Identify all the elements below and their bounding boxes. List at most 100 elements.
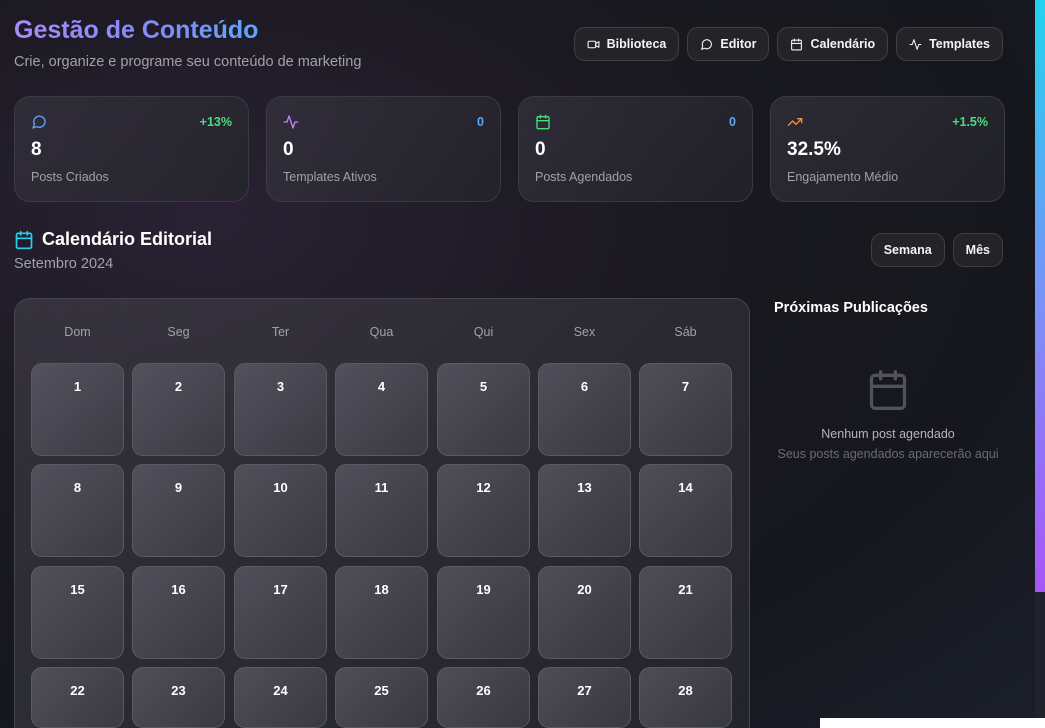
day-number: 15 (70, 582, 85, 597)
nav-templates-label: Templates (929, 37, 990, 51)
day-number: 21 (678, 582, 693, 597)
trending-up-icon (787, 118, 803, 126)
stat-card-posts-criados: +13% 8 Posts Criados (14, 96, 249, 202)
video-icon (587, 40, 600, 48)
scrollbar[interactable] (1035, 0, 1045, 728)
calendar-day[interactable]: 18 (335, 566, 428, 659)
calendar-day[interactable]: 8 (31, 464, 124, 557)
nav-calendario-button[interactable]: Calendário (777, 27, 889, 61)
weekday-header: Sex (573, 325, 596, 339)
nav-editor-button[interactable]: Editor (687, 27, 770, 61)
calendar-day[interactable]: 2 (132, 363, 225, 456)
calendar-day[interactable]: 6 (538, 363, 631, 456)
calendar-day[interactable]: 11 (335, 464, 428, 557)
day-number: 10 (273, 480, 288, 495)
view-month-button[interactable]: Mês (952, 233, 1003, 267)
day-number: 18 (374, 582, 389, 597)
calendar-day[interactable]: 3 (234, 363, 327, 456)
nav-templates-button[interactable]: Templates (896, 27, 1003, 61)
day-number: 14 (678, 480, 693, 495)
stat-value: 32.5% (787, 139, 841, 160)
day-number: 25 (374, 683, 389, 698)
stat-label: Engajamento Médio (787, 170, 899, 184)
stat-delta: +13% (199, 115, 232, 129)
calendar-day[interactable]: 7 (639, 363, 732, 456)
empty-state-title: Nenhum post agendado (821, 427, 955, 441)
calendar-day[interactable]: 5 (437, 363, 530, 456)
weekday-header: Ter (271, 325, 290, 339)
calendar-day[interactable]: 21 (639, 566, 732, 659)
top-nav: Biblioteca Editor Calendário Templates (573, 27, 1003, 61)
calendar-day[interactable]: 22 (31, 667, 124, 728)
calendar-day[interactable]: 15 (31, 566, 124, 659)
nav-biblioteca-button[interactable]: Biblioteca (573, 27, 680, 61)
calendar-day[interactable]: 27 (538, 667, 631, 728)
calendar-day[interactable]: 17 (234, 566, 327, 659)
stat-value: 8 (31, 139, 42, 160)
day-number: 28 (678, 683, 693, 698)
day-number: 24 (273, 683, 288, 698)
day-number: 12 (476, 480, 491, 495)
view-toggle: Semana Mês (870, 233, 1003, 267)
stat-delta: 0 (477, 115, 484, 129)
bottom-corner-overlay (820, 718, 1045, 728)
calendar-icon (791, 38, 803, 50)
upcoming-title: Próximas Publicações (774, 300, 928, 316)
app-root: Gestão de Conteúdo Crie, organize e prog… (0, 0, 1035, 728)
calendar-day[interactable]: 23 (132, 667, 225, 728)
day-number: 17 (273, 582, 288, 597)
day-number: 2 (174, 379, 183, 394)
calendar-day[interactable]: 10 (234, 464, 327, 557)
scrollbar-thumb[interactable] (1035, 0, 1045, 592)
activity-icon (909, 38, 922, 50)
calendar-icon (15, 230, 33, 249)
day-number: 1 (73, 379, 82, 394)
stat-label: Posts Agendados (535, 170, 633, 184)
message-circle-icon (701, 38, 713, 50)
calendar-day[interactable]: 16 (132, 566, 225, 659)
calendar-day[interactable]: 9 (132, 464, 225, 557)
day-number: 26 (476, 683, 491, 698)
day-number: 11 (374, 480, 389, 495)
calendar-day[interactable]: 25 (335, 667, 428, 728)
nav-biblioteca-label: Biblioteca (606, 37, 667, 51)
calendar-day[interactable]: 28 (639, 667, 732, 728)
calendar-empty-icon (869, 370, 907, 410)
page-subtitle: Crie, organize e programe seu conteúdo d… (14, 54, 362, 70)
view-week-button[interactable]: Semana (870, 233, 945, 267)
calendar-day[interactable]: 20 (538, 566, 631, 659)
stat-card-engajamento-medio: +1.5% 32.5% Engajamento Médio (770, 96, 1005, 202)
stat-delta: 0 (729, 115, 736, 129)
calendar-day[interactable]: 19 (437, 566, 530, 659)
stat-value: 0 (283, 139, 294, 160)
calendar-day[interactable]: 24 (234, 667, 327, 728)
calendar-day[interactable]: 13 (538, 464, 631, 557)
calendar-day[interactable]: 1 (31, 363, 124, 456)
stat-card-posts-agendados: 0 0 Posts Agendados (518, 96, 753, 202)
calendar-day[interactable]: 4 (335, 363, 428, 456)
calendar-title: Calendário Editorial (42, 229, 213, 249)
calendar-day[interactable]: 14 (639, 464, 732, 557)
day-number: 13 (577, 480, 592, 495)
nav-editor-label: Editor (720, 37, 757, 51)
message-circle-icon (32, 115, 46, 129)
calendar-icon (536, 114, 550, 130)
calendar-day[interactable]: 12 (437, 464, 530, 557)
day-number: 19 (476, 582, 491, 597)
weekday-header: Seg (167, 325, 190, 339)
weekday-header: Dom (64, 325, 91, 339)
weekday-header: Sáb (674, 325, 697, 339)
stat-label: Posts Criados (31, 170, 109, 184)
calendar-day[interactable]: 26 (437, 667, 530, 728)
day-number: 16 (171, 582, 186, 597)
calendar-heading: Calendário Editorial (14, 229, 212, 250)
day-number: 27 (577, 683, 592, 698)
stats-row: +13% 8 Posts Criados 0 0 Templates Ativo… (14, 96, 1005, 202)
day-number: 22 (70, 683, 85, 698)
day-number: 8 (73, 480, 82, 495)
stat-card-templates-ativos: 0 0 Templates Ativos (266, 96, 501, 202)
empty-state-subtitle: Seus posts agendados aparecerão aqui (777, 447, 999, 461)
day-number: 9 (174, 480, 183, 495)
day-number: 5 (479, 379, 488, 394)
day-number: 20 (577, 582, 592, 597)
